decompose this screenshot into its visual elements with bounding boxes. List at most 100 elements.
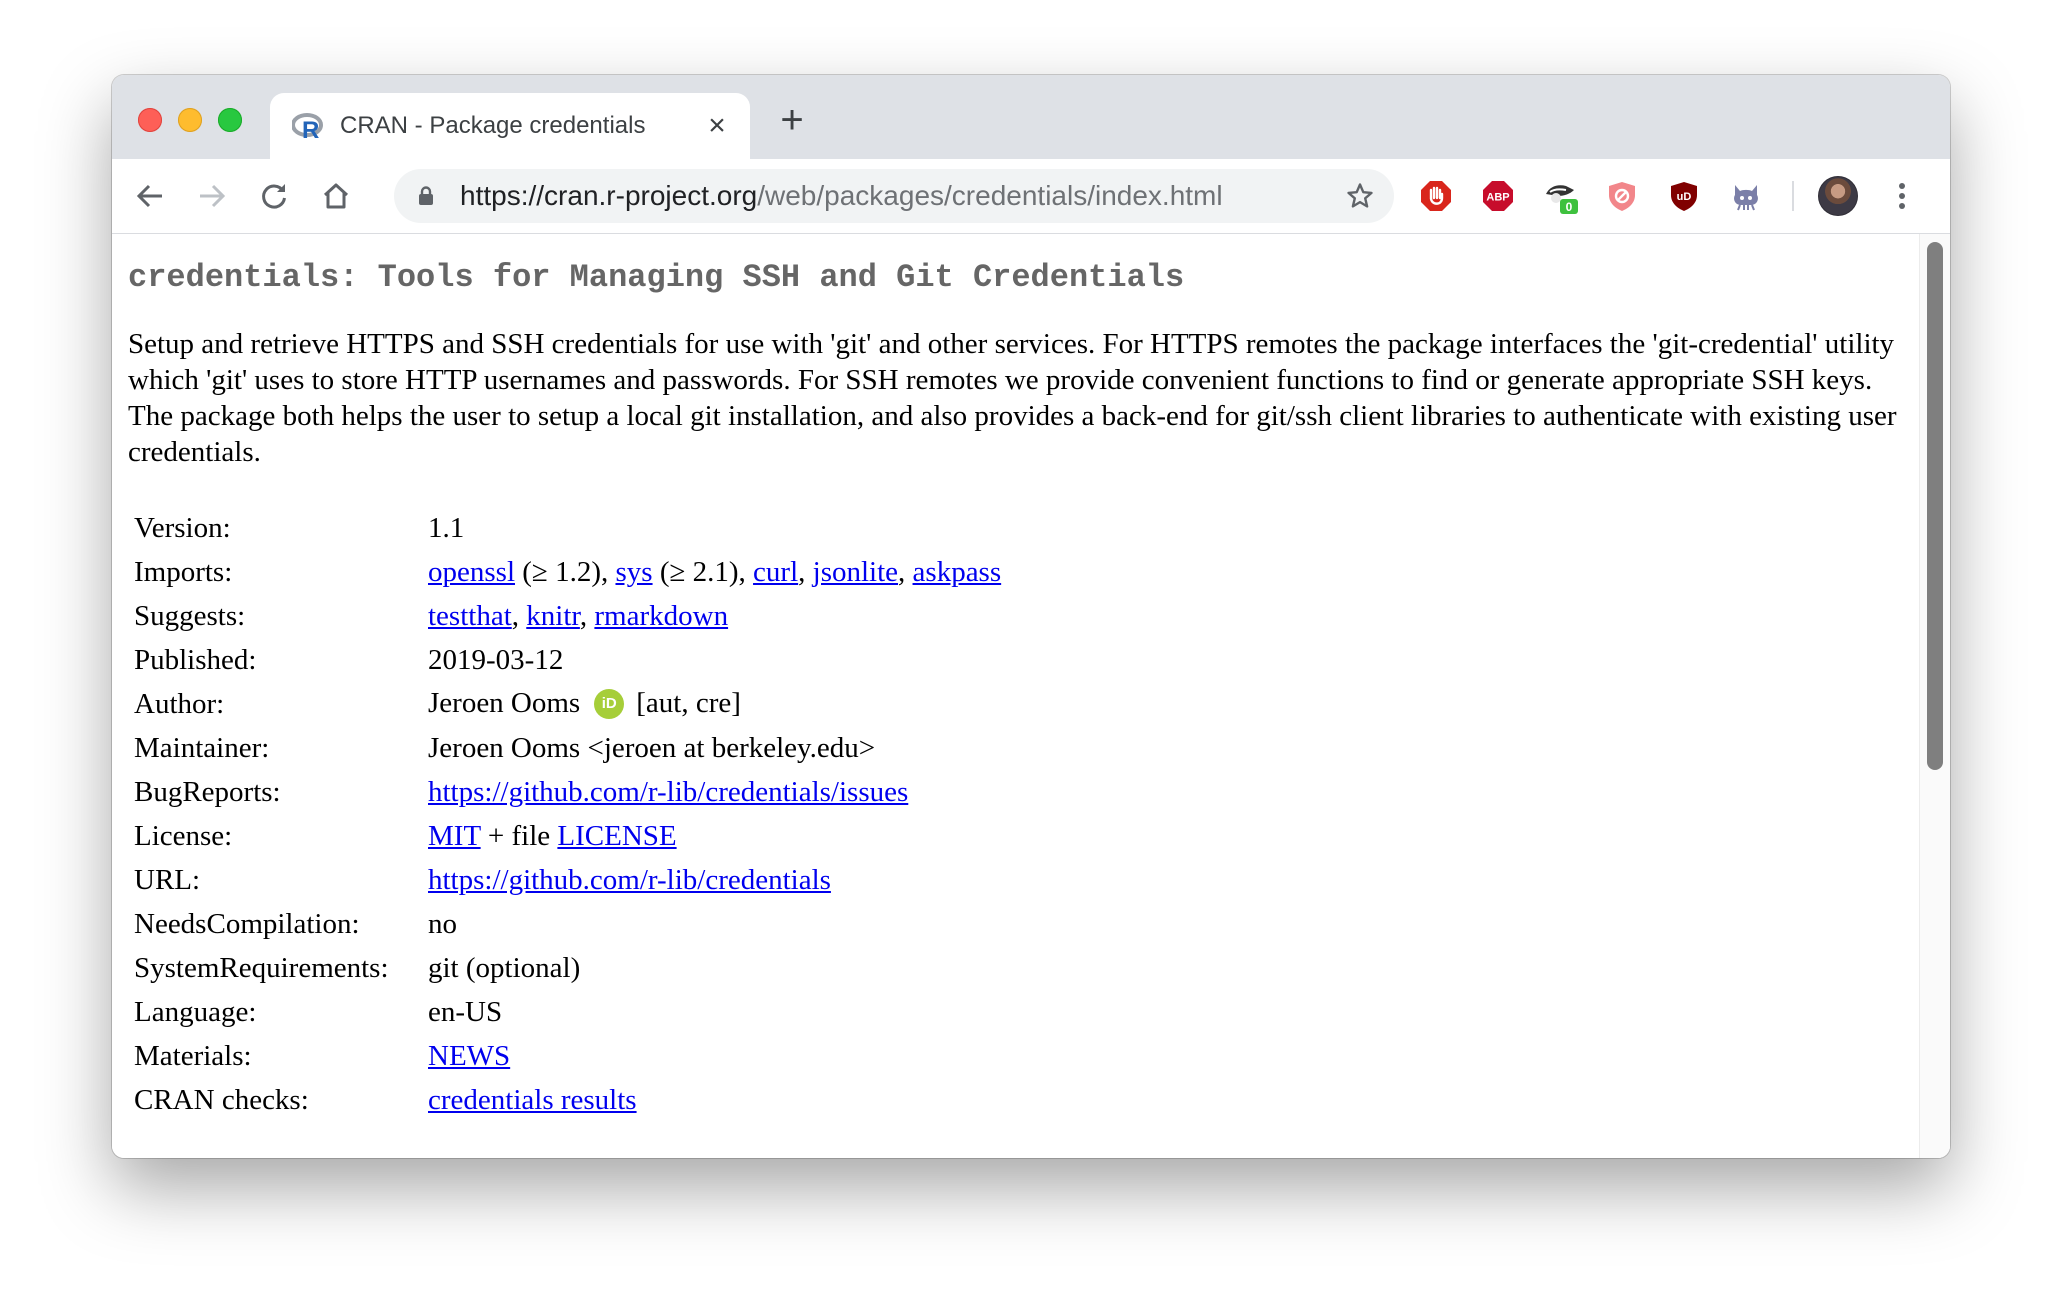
more-vertical-icon (1899, 183, 1905, 209)
address-bar[interactable]: https://cran.r-project.org/web/packages/… (394, 169, 1394, 223)
adblock-stop-icon (1421, 181, 1451, 211)
back-arrow-icon (136, 184, 162, 208)
home-button[interactable] (312, 172, 360, 220)
import-link-openssl[interactable]: openssl (428, 556, 515, 588)
browser-toolbar: https://cran.r-project.org/web/packages/… (112, 159, 1950, 234)
minimize-window-button[interactable] (178, 108, 202, 132)
url-text: https://cran.r-project.org/web/packages/… (460, 181, 1223, 211)
system-requirements-label: SystemRequirements: (134, 951, 389, 984)
table-row: SystemRequirements: git (optional) (128, 946, 1007, 990)
imports-label: Imports: (134, 555, 233, 588)
forward-button[interactable] (188, 172, 236, 220)
table-row: Imports: openssl (≥ 1.2), sys (≥ 2.1), c… (128, 550, 1007, 594)
privacy-badger-count: 0 (1566, 200, 1573, 214)
page-viewport: credentials: Tools for Managing SSH and … (112, 234, 1950, 1158)
system-requirements-value: git (optional) (428, 951, 581, 984)
table-row: Language: en-US (128, 990, 1007, 1034)
bugreports-label: BugReports: (134, 775, 281, 808)
author-roles: [aut, cre] (636, 687, 741, 720)
import-link-sys[interactable]: sys (615, 556, 652, 588)
needs-compilation-label: NeedsCompilation: (134, 907, 360, 940)
news-link[interactable]: NEWS (428, 1040, 510, 1072)
reload-button[interactable] (250, 172, 298, 220)
orcid-icon[interactable]: iD (594, 688, 625, 719)
repo-url-link[interactable]: https://github.com/r-lib/credentials (428, 864, 831, 896)
published-label: Published: (134, 643, 257, 676)
abp-icon: ABP (1483, 181, 1513, 211)
suggest-link-knitr[interactable]: knitr (526, 600, 580, 632)
license-label: License: (134, 819, 233, 852)
tab-close-icon[interactable]: × (702, 111, 732, 141)
home-icon (323, 183, 349, 209)
adblock-extension[interactable] (1414, 174, 1458, 218)
table-row: Author: Jeroen Ooms iD [aut, cre] (128, 682, 1007, 726)
tab-strip: R CRAN - Package credentials × + (112, 75, 1950, 159)
package-description: Setup and retrieve HTTPS and SSH credent… (128, 328, 1897, 468)
reload-icon (262, 184, 286, 209)
cran-checks-label: CRAN checks: (134, 1083, 309, 1116)
license-link-mit[interactable]: MIT (428, 820, 481, 852)
table-row: Published: 2019-03-12 (128, 638, 1007, 682)
suggests-value: testthat, knitr, rmarkdown (422, 594, 1007, 638)
author-value: Jeroen Ooms iD [aut, cre] (422, 682, 1007, 726)
imports-value: openssl (≥ 1.2), sys (≥ 2.1), curl, json… (422, 550, 1007, 594)
abp-label: ABP (1486, 192, 1509, 204)
maintainer-value: Jeroen Ooms <jeroen at berkeley.edu> (428, 731, 876, 764)
needs-compilation-value: no (428, 907, 457, 940)
version-label: Version: (134, 511, 231, 544)
tab-cran-credentials[interactable]: R CRAN - Package credentials × (270, 93, 750, 159)
profile-avatar[interactable] (1818, 176, 1858, 216)
suggest-link-rmarkdown[interactable]: rmarkdown (594, 600, 728, 632)
separator: , (898, 555, 913, 588)
import-link-askpass[interactable]: askpass (913, 556, 1002, 588)
zoom-window-button[interactable] (218, 108, 242, 132)
browser-menu-button[interactable] (1882, 176, 1922, 216)
back-button[interactable] (126, 172, 174, 220)
cran-checks-value: credentials results (422, 1078, 1007, 1122)
ublock-extension[interactable]: uD (1662, 174, 1706, 218)
separator: , (511, 599, 527, 632)
bugreports-value: https://github.com/r-lib/credentials/iss… (422, 770, 1007, 814)
tab-title: CRAN - Package credentials (340, 112, 646, 139)
package-metadata-table: Version: 1.1 Imports: openssl (≥ 1.2), s… (128, 506, 1007, 1122)
scrollbar-thumb[interactable] (1927, 242, 1943, 770)
url-path: /web/packages/credentials/index.html (757, 180, 1223, 211)
table-row: Maintainer: Jeroen Ooms <jeroen at berke… (128, 726, 1007, 770)
suggests-label: Suggests: (134, 599, 246, 632)
language-label: Language: (134, 995, 257, 1028)
maintainer-label: Maintainer: (134, 731, 270, 764)
close-window-button[interactable] (138, 108, 162, 132)
version-value: 1.1 (428, 511, 465, 544)
license-file-link[interactable]: LICENSE (557, 820, 676, 852)
url-label: URL: (134, 863, 201, 896)
import-link-curl[interactable]: curl (753, 556, 798, 588)
ublock-icon: uD (1671, 182, 1697, 211)
abp-extension[interactable]: ABP (1476, 174, 1520, 218)
license-value: MIT + file LICENSE (422, 814, 1007, 858)
url-host: https://cran.r-project.org (460, 180, 758, 211)
ublock-label: uD (1677, 191, 1692, 203)
svg-text:R: R (302, 117, 319, 141)
shield-extension[interactable] (1600, 174, 1644, 218)
published-value: 2019-03-12 (428, 643, 564, 676)
import-link-jsonlite[interactable]: jsonlite (813, 556, 898, 588)
bookmark-star-icon[interactable] (1346, 182, 1374, 210)
forward-arrow-icon (200, 184, 226, 208)
new-tab-button[interactable]: + (774, 100, 810, 140)
table-row: URL: https://github.com/r-lib/credential… (128, 858, 1007, 902)
bugreports-link[interactable]: https://github.com/r-lib/credentials/iss… (428, 776, 908, 808)
shield-icon (1609, 182, 1635, 211)
octocat-icon (1734, 185, 1758, 211)
octotree-extension[interactable] (1724, 174, 1768, 218)
cran-checks-link[interactable]: credentials results (428, 1084, 637, 1116)
page-scrollbar[interactable] (1919, 234, 1950, 1158)
toolbar-separator (1792, 181, 1794, 211)
privacy-badger-extension[interactable]: 0 (1538, 174, 1582, 218)
materials-label: Materials: (134, 1039, 252, 1072)
suggest-link-testthat[interactable]: testthat (428, 600, 512, 632)
page-content: credentials: Tools for Managing SSH and … (128, 258, 1950, 1122)
separator: , (798, 555, 813, 588)
table-row: NeedsCompilation: no (128, 902, 1007, 946)
author-label: Author: (134, 687, 225, 720)
table-row: CRAN checks: credentials results (128, 1078, 1007, 1122)
